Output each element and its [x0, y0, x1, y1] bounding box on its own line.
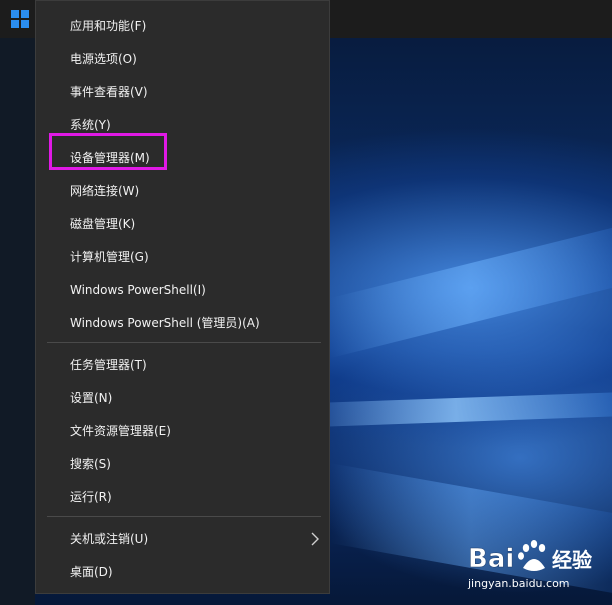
- menu-item-file-explorer[interactable]: 文件资源管理器(E): [36, 414, 329, 447]
- desktop-left-edge: [0, 38, 35, 605]
- menu-item-disk-management[interactable]: 磁盘管理(K): [36, 207, 329, 240]
- menu-item-powershell-admin[interactable]: Windows PowerShell (管理员)(A): [36, 306, 329, 339]
- menu-separator: [47, 342, 321, 343]
- menu-item-network-connections[interactable]: 网络连接(W): [36, 174, 329, 207]
- winx-context-menu: 应用和功能(F) 电源选项(O) 事件查看器(V) 系统(Y) 设备管理器(M)…: [35, 0, 330, 594]
- menu-item-powershell[interactable]: Windows PowerShell(I): [36, 273, 329, 306]
- menu-item-run[interactable]: 运行(R): [36, 480, 329, 513]
- wallpaper-light-beam: [330, 227, 612, 359]
- menu-item-search[interactable]: 搜索(S): [36, 447, 329, 480]
- svg-text:经验: 经验: [552, 548, 592, 572]
- menu-separator: [47, 516, 321, 517]
- menu-item-task-manager[interactable]: 任务管理器(T): [36, 348, 329, 381]
- wallpaper-light-beam: [300, 392, 612, 428]
- menu-item-apps-features[interactable]: 应用和功能(F): [36, 9, 329, 42]
- menu-item-computer-management[interactable]: 计算机管理(G): [36, 240, 329, 273]
- windows-logo-icon: [11, 10, 29, 28]
- menu-item-settings[interactable]: 设置(N): [36, 381, 329, 414]
- menu-item-power-options[interactable]: 电源选项(O): [36, 42, 329, 75]
- start-button[interactable]: [0, 0, 40, 38]
- highlight-box: [49, 133, 167, 170]
- menu-item-desktop[interactable]: 桌面(D): [36, 555, 329, 588]
- watermark-url: jingyan.baidu.com: [468, 577, 570, 590]
- chevron-right-icon: [311, 532, 319, 545]
- menu-item-event-viewer[interactable]: 事件查看器(V): [36, 75, 329, 108]
- svg-text:Bai: Bai: [468, 544, 514, 574]
- menu-item-shutdown-signout[interactable]: 关机或注销(U): [36, 522, 329, 555]
